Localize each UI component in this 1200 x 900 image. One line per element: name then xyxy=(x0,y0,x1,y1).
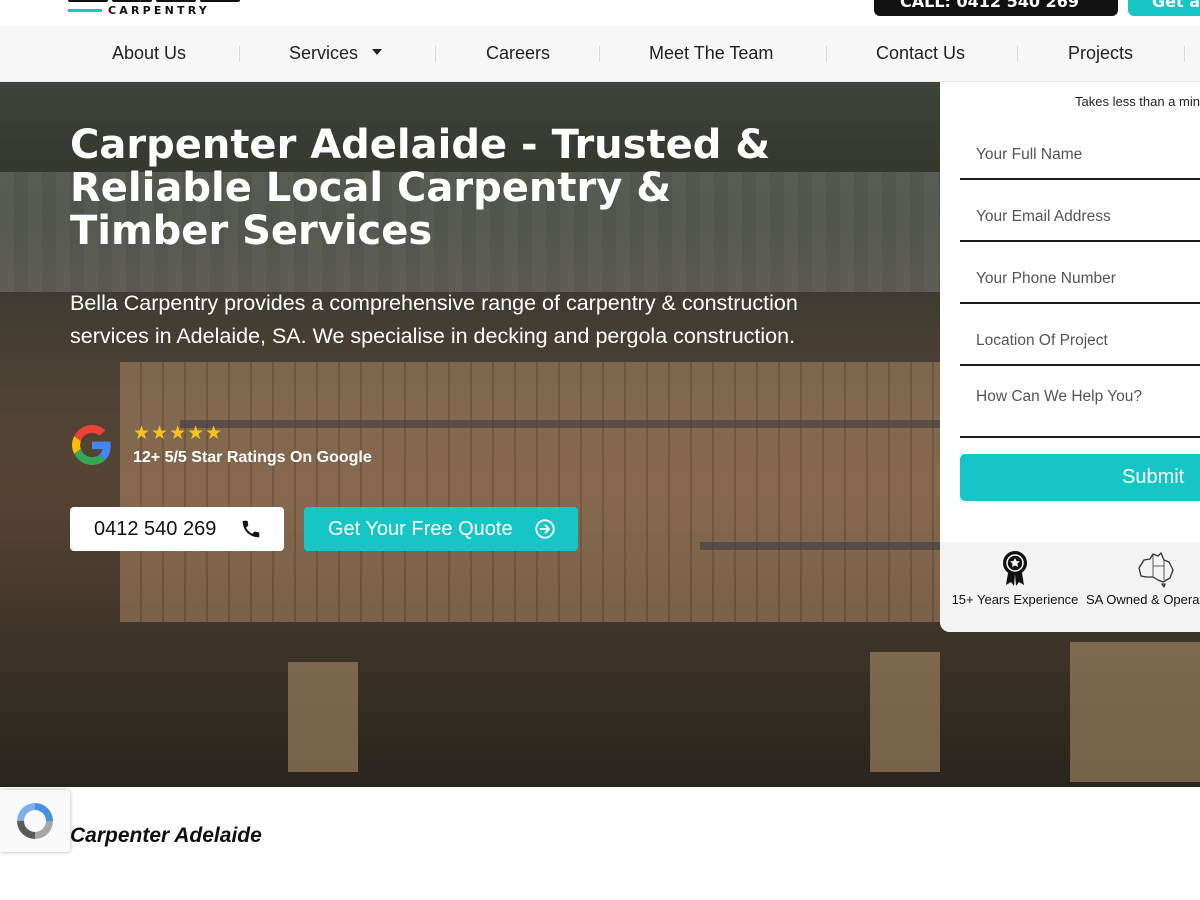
nav-item-projects[interactable]: Projects xyxy=(1068,25,1133,82)
page-subtitle: Carpenter Adelaide xyxy=(70,824,262,847)
phone-button[interactable]: 0412 540 269 xyxy=(70,507,284,551)
badge-label: SA Owned & Operated xyxy=(1086,592,1200,607)
star-rating: ★★★★★ xyxy=(133,422,224,444)
phone-field[interactable] xyxy=(960,256,1200,304)
nav-divider xyxy=(435,46,436,62)
australia-map-icon xyxy=(1138,552,1174,588)
hero-background-plank xyxy=(288,662,358,772)
call-button[interactable]: CALL: 0412 540 269 xyxy=(874,0,1118,16)
hero-background-plank xyxy=(1070,642,1200,782)
badge-label: 15+ Years Experience xyxy=(951,592,1079,607)
hero-background-plank xyxy=(870,652,940,772)
location-field[interactable] xyxy=(960,318,1200,366)
badge-experience: 15+ Years Experience xyxy=(951,542,1079,632)
nav-label: About Us xyxy=(112,43,187,63)
google-rating: ★★★★★ 12+ 5/5 Star Ratings On Google xyxy=(70,422,470,472)
google-icon xyxy=(72,425,111,465)
logo-subtitle: CARPENTRY xyxy=(108,4,210,17)
nav-label: Services xyxy=(289,43,359,63)
phone-icon xyxy=(242,520,260,538)
arrow-circle-right-icon xyxy=(535,519,555,539)
full-name-field[interactable] xyxy=(960,132,1200,180)
form-note: Takes less than a minute xyxy=(1075,94,1200,109)
nav-divider xyxy=(1017,46,1018,62)
nav-item-services[interactable]: Services xyxy=(289,25,383,82)
hero-description: Bella Carpentry provides a comprehensive… xyxy=(70,291,798,348)
hero-title: Carpenter Adelaide - Trusted & Reliable … xyxy=(70,122,771,254)
chevron-down-icon[interactable] xyxy=(372,49,383,56)
get-quote-header-button[interactable]: Get a Quote xyxy=(1128,0,1200,16)
bella-carpentry-logo[interactable]: CARPENTRY xyxy=(68,0,258,22)
nav-label: Meet The Team xyxy=(649,43,774,63)
nav-divider xyxy=(599,46,600,62)
award-icon xyxy=(1003,551,1027,586)
recaptcha-badge[interactable] xyxy=(0,790,70,852)
quote-form-panel: Takes less than a minute Submit 15+ Year… xyxy=(940,82,1200,632)
logo-accent-line xyxy=(68,9,102,12)
free-quote-button-label: Get Your Free Quote xyxy=(328,518,513,540)
nav-label: Careers xyxy=(486,43,551,63)
nav-divider xyxy=(826,46,827,62)
nav-divider xyxy=(1184,46,1185,62)
badge-sa-owned: SA Owned & Operated xyxy=(1086,542,1200,632)
free-quote-button[interactable]: Get Your Free Quote xyxy=(304,507,578,551)
nav-item-contact-us[interactable]: Contact Us xyxy=(876,25,965,82)
phone-button-label: 0412 540 269 xyxy=(94,518,217,540)
nav-label: Contact Us xyxy=(876,43,966,63)
site-header: CARPENTRY CALL: 0412 540 269 Get a Quote xyxy=(0,0,1200,25)
nav-label: Projects xyxy=(1068,43,1134,63)
main-nav: About Us Services Careers Meet The Team … xyxy=(0,25,1200,82)
nav-item-about-us[interactable]: About Us xyxy=(112,25,186,82)
nav-item-careers[interactable]: Careers xyxy=(486,25,550,82)
rating-text: 12+ 5/5 Star Ratings On Google xyxy=(133,449,372,466)
recaptcha-icon xyxy=(17,803,53,839)
nav-divider xyxy=(239,46,240,62)
nav-item-meet-the-team[interactable]: Meet The Team xyxy=(649,25,773,82)
trust-badges: 15+ Years Experience SA Owned & Operated xyxy=(940,542,1200,632)
email-field[interactable] xyxy=(960,194,1200,242)
submit-button[interactable]: Submit xyxy=(960,454,1200,501)
message-field[interactable] xyxy=(960,380,1200,438)
